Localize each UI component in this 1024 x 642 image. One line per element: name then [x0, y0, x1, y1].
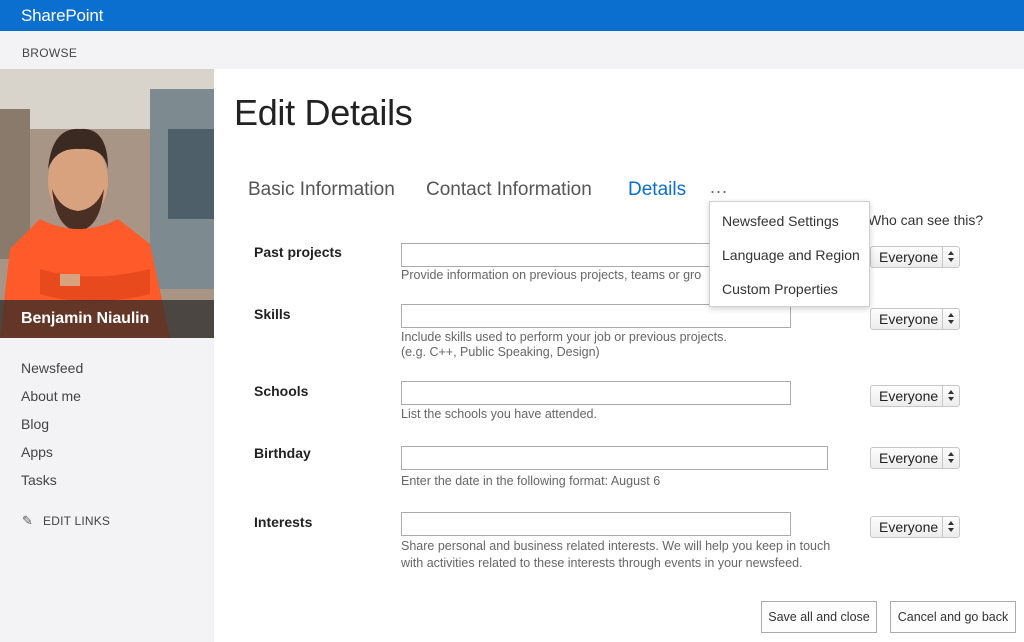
tab-contact-information[interactable]: Contact Information [426, 179, 592, 201]
interests-label: Interests [254, 514, 313, 530]
profile-photo[interactable]: Benjamin Niaulin [0, 69, 214, 338]
edit-links-label: EDIT LINKS [43, 514, 111, 528]
edit-links-button[interactable]: ✎ EDIT LINKS [22, 513, 110, 529]
interests-input[interactable] [401, 512, 791, 536]
skills-hint-line-1: Include skills used to perform your job … [401, 330, 727, 344]
up-down-arrows-icon [942, 386, 959, 406]
nav-link-blog[interactable]: Blog [21, 416, 83, 444]
skills-visibility-value: Everyone [879, 311, 939, 327]
birthday-input[interactable] [401, 446, 828, 470]
tab-details[interactable]: Details [628, 179, 686, 201]
birthday-visibility-value: Everyone [879, 450, 939, 466]
past-projects-visibility-value: Everyone [879, 249, 939, 265]
skills-visibility-select[interactable]: Everyone [870, 308, 960, 330]
schools-visibility-select[interactable]: Everyone [870, 385, 960, 407]
nav-link-newsfeed[interactable]: Newsfeed [21, 360, 83, 388]
up-down-arrows-icon [942, 309, 959, 329]
skills-input[interactable] [401, 304, 791, 328]
pencil-icon: ✎ [22, 513, 34, 528]
birthday-visibility-select[interactable]: Everyone [870, 447, 960, 469]
ribbon-tab-browse[interactable]: BROWSE [22, 46, 77, 60]
nav-link-apps[interactable]: Apps [21, 444, 83, 472]
up-down-arrows-icon [942, 517, 959, 537]
birthday-hint: Enter the date in the following format: … [401, 474, 661, 488]
menu-item-newsfeed-settings[interactable]: Newsfeed Settings [722, 213, 839, 229]
left-navigation: Benjamin Niaulin Newsfeed About me Blog … [0, 69, 214, 642]
ribbon: BROWSE [0, 31, 1024, 69]
tab-basic-information[interactable]: Basic Information [248, 179, 395, 201]
profile-photo-image [0, 69, 214, 338]
interests-visibility-value: Everyone [879, 519, 939, 535]
skills-hint-line-2: (e.g. C++, Public Speaking, Design) [401, 345, 600, 359]
schools-hint: List the schools you have attended. [401, 407, 597, 421]
profile-name: Benjamin Niaulin [21, 310, 150, 327]
nav-link-tasks[interactable]: Tasks [21, 472, 83, 500]
interests-visibility-select[interactable]: Everyone [870, 516, 960, 538]
visibility-column-header: Who can see this? [868, 212, 984, 228]
interests-hint-line-1: Share personal and business related inte… [401, 539, 831, 553]
schools-visibility-value: Everyone [879, 388, 939, 404]
nav-links: Newsfeed About me Blog Apps Tasks [21, 360, 83, 500]
skills-label: Skills [254, 306, 291, 322]
save-all-and-close-button[interactable]: Save all and close [761, 601, 877, 633]
menu-item-custom-properties[interactable]: Custom Properties [722, 281, 838, 297]
more-tabs-menu: Newsfeed Settings Language and Region Cu… [709, 201, 870, 307]
nav-link-about-me[interactable]: About me [21, 388, 83, 416]
past-projects-hint: Provide information on previous projects… [401, 268, 702, 282]
page-title: Edit Details [234, 92, 413, 133]
up-down-arrows-icon [942, 448, 959, 468]
past-projects-visibility-select[interactable]: Everyone [870, 246, 960, 268]
schools-input[interactable] [401, 381, 791, 405]
sharepoint-logo-link[interactable]: SharePoint [21, 6, 103, 26]
suite-bar: SharePoint [0, 0, 1024, 31]
interests-hint-line-2: with activities related to these interes… [401, 556, 803, 570]
past-projects-label: Past projects [254, 244, 342, 260]
more-tabs-ellipsis-icon[interactable]: ... [710, 177, 728, 198]
menu-item-language-and-region[interactable]: Language and Region [722, 247, 860, 263]
birthday-label: Birthday [254, 445, 311, 461]
schools-label: Schools [254, 383, 309, 399]
cancel-and-go-back-button[interactable]: Cancel and go back [890, 601, 1016, 633]
up-down-arrows-icon [942, 247, 959, 267]
